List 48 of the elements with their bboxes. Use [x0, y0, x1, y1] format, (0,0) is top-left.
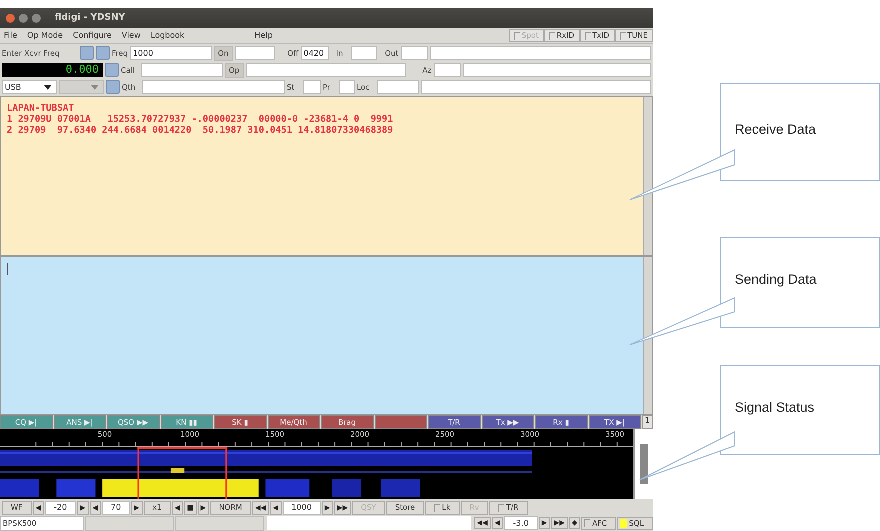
value-field[interactable]: -20: [45, 500, 76, 514]
close-icon[interactable]: [6, 14, 15, 22]
menu-item[interactable]: Op Mode: [27, 31, 64, 40]
macro-button[interactable]: [374, 415, 427, 429]
input-field[interactable]: [246, 63, 406, 77]
received-text-line: 2 29709 97.6340 244.6684 0014220 50.1987 310.0451 14.81807330468389: [7, 125, 394, 136]
callout-text: Sending Data: [735, 272, 817, 289]
macro-page-indicator[interactable]: 1: [642, 415, 653, 429]
caret-icon: [91, 84, 99, 90]
transmit-text-pane[interactable]: [0, 256, 653, 415]
scrollbar[interactable]: [633, 429, 653, 499]
value-field[interactable]: 70: [102, 500, 130, 514]
menu-item[interactable]: Configure: [73, 31, 112, 40]
minimize-icon[interactable]: [19, 14, 28, 22]
input-field[interactable]: [141, 63, 223, 77]
menu-item[interactable]: View: [122, 31, 141, 40]
menu-item[interactable]: File: [4, 31, 18, 40]
frequency-display: 0.000: [2, 63, 103, 77]
bandwidth-dropdown[interactable]: [59, 80, 104, 94]
input-field[interactable]: [377, 80, 419, 94]
receive-text-pane[interactable]: LAPAN-TUBSAT 1 29709U 07001A 15253.70727937 -.00000237 00000-0 -23681-4 0 9991 2 29709 97.6340 244.6684 0014220 50.1987 310.0451 14.81807330468389: [0, 96, 653, 256]
value-field[interactable]: -3.0: [504, 516, 538, 530]
text-cursor: [7, 263, 8, 275]
input-field[interactable]: [303, 80, 321, 94]
input-field[interactable]: [434, 63, 461, 77]
input-field[interactable]: [400, 46, 428, 60]
scrollbar[interactable]: [643, 257, 652, 414]
scrollbar[interactable]: [643, 97, 652, 255]
input-field[interactable]: [234, 46, 275, 60]
mode-dropdown[interactable]: USB: [2, 80, 57, 94]
input-field[interactable]: 1000: [130, 46, 212, 60]
input-field[interactable]: [421, 80, 651, 94]
callout-text: Receive Data: [735, 122, 816, 138]
value-field[interactable]: 1000: [282, 500, 321, 514]
menu-item[interactable]: Logbook: [150, 31, 185, 40]
input-field[interactable]: [339, 80, 355, 94]
input-field[interactable]: [430, 46, 651, 60]
callout-text: Signal Status: [735, 400, 815, 417]
received-text-line: 1 29709U 07001A 15253.70727937 -.00000237 00000-0 -23681-4 0 9991: [7, 114, 394, 125]
input-field[interactable]: [350, 46, 377, 60]
input-field[interactable]: [142, 80, 285, 94]
window-title: fldigi - YDSNY: [55, 13, 126, 23]
maximize-icon[interactable]: [32, 14, 41, 22]
input-field[interactable]: 0420: [300, 46, 329, 60]
caret-icon: [44, 84, 52, 90]
input-field[interactable]: [462, 63, 651, 77]
menu-item[interactable]: Help: [254, 31, 273, 40]
received-text-line: LAPAN-TUBSAT: [7, 103, 76, 114]
